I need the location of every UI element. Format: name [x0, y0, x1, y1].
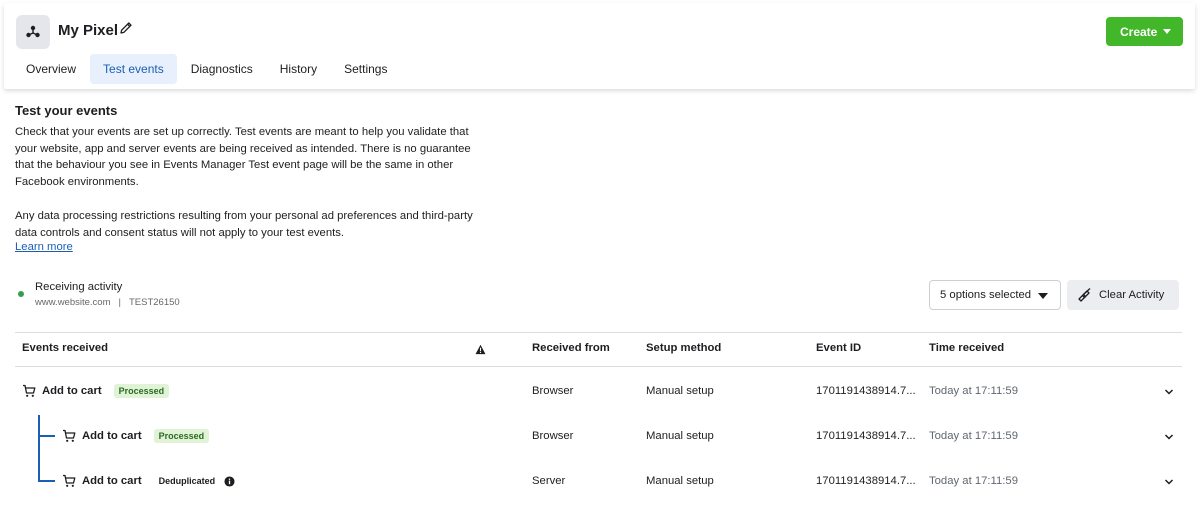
chevron-down-icon[interactable] [1164, 387, 1174, 397]
tree-connector-branch [38, 480, 55, 482]
status-badge: Processed [113, 384, 170, 398]
cart-icon [63, 429, 76, 442]
received-from-cell: Browser [532, 430, 574, 442]
tab-bar: Overview Test events Diagnostics History… [13, 54, 401, 84]
col-events-received: Events received [22, 342, 109, 354]
tab-history[interactable]: History [267, 54, 330, 84]
separator: | [118, 297, 121, 308]
status-badge: Deduplicated [155, 474, 219, 488]
received-from-cell: Server [532, 475, 566, 487]
options-dropdown[interactable]: 5 options selected [929, 280, 1061, 310]
clear-activity-label: Clear Activity [1099, 289, 1165, 301]
events-manager-page: My Pixel Create Overview Test events Dia… [0, 0, 1200, 507]
tree-connector-vertical [38, 415, 40, 482]
caret-down-icon [1038, 293, 1048, 299]
pixel-header: My Pixel Create Overview Test events Dia… [4, 3, 1195, 89]
status-dot-icon [18, 291, 24, 297]
event-name: Add to cart [42, 385, 102, 397]
time-received-cell: Today at 17:11:59 [929, 430, 1018, 442]
tab-diagnostics[interactable]: Diagnostics [178, 54, 266, 84]
warning-icon [475, 342, 486, 360]
status-badge: Processed [153, 429, 210, 443]
cart-icon [23, 384, 36, 397]
event-id-cell: 1701191438914.7... [816, 385, 916, 397]
event-name: Add to cart [82, 430, 142, 442]
pixel-icon [16, 15, 50, 49]
caret-down-icon [1163, 29, 1171, 34]
test-code: TEST26150 [128, 297, 180, 308]
page-title: My Pixel [58, 22, 119, 39]
create-button[interactable]: Create [1106, 17, 1183, 46]
section-title: Test your events [15, 103, 118, 118]
chevron-down-icon[interactable] [1164, 477, 1174, 487]
col-event-id: Event ID [816, 342, 862, 354]
table-top-divider [15, 332, 1182, 333]
cart-icon [63, 474, 76, 487]
col-setup-method: Setup method [646, 342, 722, 354]
col-time-received: Time received [929, 342, 1005, 354]
event-name: Add to cart [82, 475, 142, 487]
broom-icon [1078, 288, 1091, 302]
table-row[interactable]: Add to cart Deduplicated [62, 474, 235, 488]
table-row[interactable]: Add to cart Processed [62, 429, 210, 443]
time-received-cell: Today at 17:11:59 [929, 385, 1018, 397]
event-id-cell: 1701191438914.7... [816, 475, 916, 487]
website-url: www.website.com [35, 297, 111, 308]
intro-paragraph: Check that your events are set up correc… [15, 126, 471, 188]
received-from-cell: Browser [532, 385, 574, 397]
restrictions-paragraph: Any data processing restrictions resulti… [15, 210, 473, 239]
tree-connector-branch [38, 435, 55, 437]
event-id-cell: 1701191438914.7... [816, 430, 916, 442]
info-icon[interactable] [224, 475, 235, 487]
table-header-divider [15, 366, 1182, 367]
clear-activity-button[interactable]: Clear Activity [1067, 280, 1179, 310]
setup-method-cell: Manual setup [646, 475, 714, 487]
table-row[interactable]: Add to cart Processed [22, 384, 170, 398]
pencil-icon[interactable] [118, 20, 134, 36]
chevron-down-icon[interactable] [1164, 432, 1174, 442]
tab-test-events[interactable]: Test events [90, 54, 177, 84]
options-dropdown-value: 5 options selected [940, 289, 1032, 301]
setup-method-cell: Manual setup [646, 385, 714, 397]
tab-overview[interactable]: Overview [13, 54, 89, 84]
tab-settings[interactable]: Settings [331, 54, 400, 84]
col-received-from: Received from [532, 342, 610, 354]
activity-status: Receiving activity [35, 281, 123, 293]
learn-more-link[interactable]: Learn more [15, 241, 73, 253]
time-received-cell: Today at 17:11:59 [929, 475, 1018, 487]
create-button-label: Create [1120, 24, 1158, 39]
activity-source: www.website.com | TEST26150 [35, 297, 180, 308]
setup-method-cell: Manual setup [646, 430, 714, 442]
